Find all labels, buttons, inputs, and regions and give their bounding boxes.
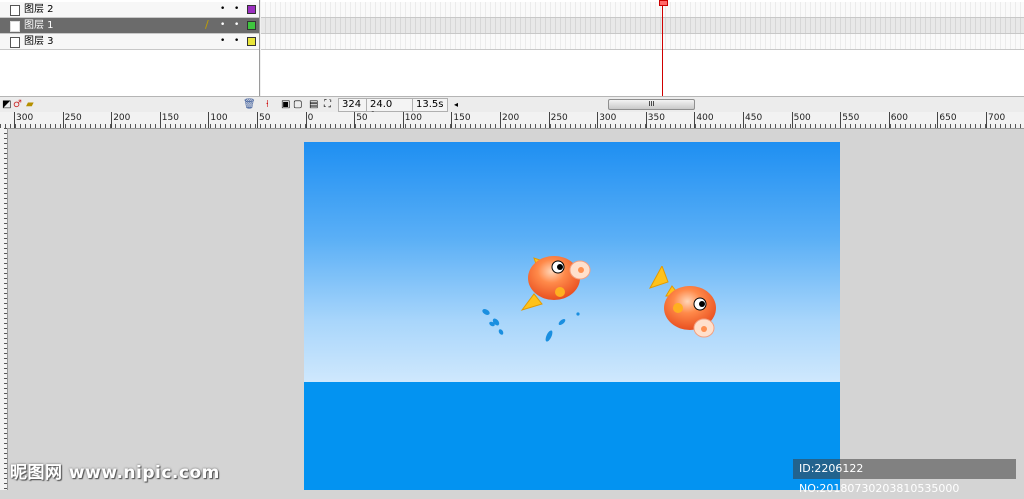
timeline-status-bar: ◩ ♂ ▰ 🗑 ⍿ ▣ ▢ ▤ ⛶ 324 24.0 fps 13.5s ◂ I… [0,96,1024,122]
goldfish-2[interactable] [648,266,728,344]
ruler-label: 100 [404,113,422,123]
add-layer-icon[interactable]: ◩ [2,99,11,110]
playhead-line[interactable] [662,0,663,96]
ruler-major-tick [840,112,842,128]
visibility-dot-icon[interactable]: • [220,20,225,30]
ruler-label: 600 [890,113,908,123]
layer-row-1[interactable]: 图层 1 / • • [0,18,259,34]
add-guide-layer-icon[interactable]: ♂ [13,99,22,110]
layer-page-icon [10,5,20,16]
add-folder-icon[interactable]: ▰ [26,99,34,110]
ruler-label: 250 [64,113,82,123]
stage-canvas[interactable] [304,142,840,490]
ruler-label: 50 [259,113,271,123]
ruler-label: 0 [307,113,314,123]
layer-row-3[interactable]: 图层 3 • • [0,34,259,50]
ruler-major-tick [305,112,307,128]
layer-page-icon [10,21,20,32]
visibility-dot-icon[interactable]: • [220,36,225,46]
ruler-major-tick [500,112,501,128]
scroll-left-arrow-icon[interactable]: ◂ [454,99,458,110]
layers-panel: 图层 2 • • 图层 1 / • • 图层 3 • • [0,0,260,96]
outline-color-swatch[interactable] [247,5,256,14]
onion-outline-icon[interactable]: ▢ [293,99,302,110]
ruler-label: 550 [842,113,860,123]
ruler-major-tick [597,112,599,128]
ruler-label: 300 [16,113,34,123]
ruler-label: 100 [210,113,228,123]
sea-background [304,382,840,490]
ruler-major-tick [791,112,793,128]
ruler-major-tick [62,112,64,128]
elapsed-time-field: 13.5s [412,98,448,112]
ruler-major-tick [451,112,453,128]
lock-dot-icon[interactable]: • [234,20,239,30]
nipic-watermark: 昵图网 www.nipic.com [10,463,220,483]
current-frame-field[interactable]: 324 [338,98,369,112]
outline-color-swatch[interactable] [247,21,256,30]
ruler-label: 300 [599,113,617,123]
ruler-major-tick [645,112,647,128]
frame-rate-field[interactable]: 24.0 fps [366,98,414,122]
lock-dot-icon[interactable]: • [234,36,239,46]
frames-panel[interactable] [261,0,1024,96]
ruler-label: 700 [988,113,1006,123]
ruler-major-tick [743,112,744,128]
ruler-major-tick [208,112,210,128]
ruler-label: 450 [745,113,763,123]
ruler-major-tick [986,112,987,128]
layer-name: 图层 3 [24,36,54,47]
layer-name: 图层 1 [24,20,54,31]
goldfish-1[interactable] [512,248,596,316]
frame-row[interactable] [261,34,1024,50]
ruler-label: 400 [696,113,714,123]
image-id-watermark: ID:2206122 NO:20180730203810535000 [793,459,1016,495]
horizontal-ruler: 300 250 200 150 100 50 0 50 100 150 200 250 300 350 40… [0,112,1024,129]
edit-multiple-frames-icon[interactable]: ▤ [309,99,318,110]
ruler-major-tick [257,112,258,128]
ruler-major-tick [402,112,404,128]
layer-row-2[interactable]: 图层 2 • • [0,2,259,18]
outline-color-swatch[interactable] [247,37,256,46]
layer-page-icon [10,37,20,48]
ruler-label: 200 [502,113,520,123]
timeline-panel: 图层 2 • • 图层 1 / • • 图层 3 • • ◩ ♂ ▰ 🗑 ⍿ ▣… [0,0,1024,122]
ruler-label: 350 [647,113,665,123]
ruler-label: 200 [113,113,131,123]
ruler-label: 150 [161,113,179,123]
ruler-major-tick [111,112,113,128]
layer-name: 图层 2 [24,4,54,15]
frame-row[interactable] [261,2,1024,18]
ruler-major-tick [14,112,15,128]
center-frame-icon[interactable]: ⍿ [266,99,269,110]
ruler-label: 650 [939,113,957,123]
vertical-ruler [0,128,8,490]
playhead-handle[interactable] [659,0,668,6]
frame-row[interactable] [261,18,1024,34]
delete-layer-trash-icon[interactable]: 🗑 [243,99,256,110]
ruler-major-tick [159,112,161,128]
ruler-label: 150 [453,113,471,123]
ruler-major-tick [888,112,890,128]
ruler-major-tick [354,112,356,128]
ruler-major-tick [694,112,696,128]
ruler-label: 500 [793,113,811,123]
timeline-scrollbar-thumb[interactable]: III [608,99,695,110]
onion-skin-icon[interactable]: ▣ [281,99,290,110]
ruler-major-tick [548,112,550,128]
modify-onion-markers-icon[interactable]: ⛶ [324,99,331,110]
pencil-edit-icon: / [205,18,209,31]
ruler-major-tick [937,112,939,128]
lock-dot-icon[interactable]: • [234,4,239,14]
ruler-label: 250 [550,113,568,123]
ruler-label: 50 [356,113,368,123]
visibility-dot-icon[interactable]: • [220,4,225,14]
